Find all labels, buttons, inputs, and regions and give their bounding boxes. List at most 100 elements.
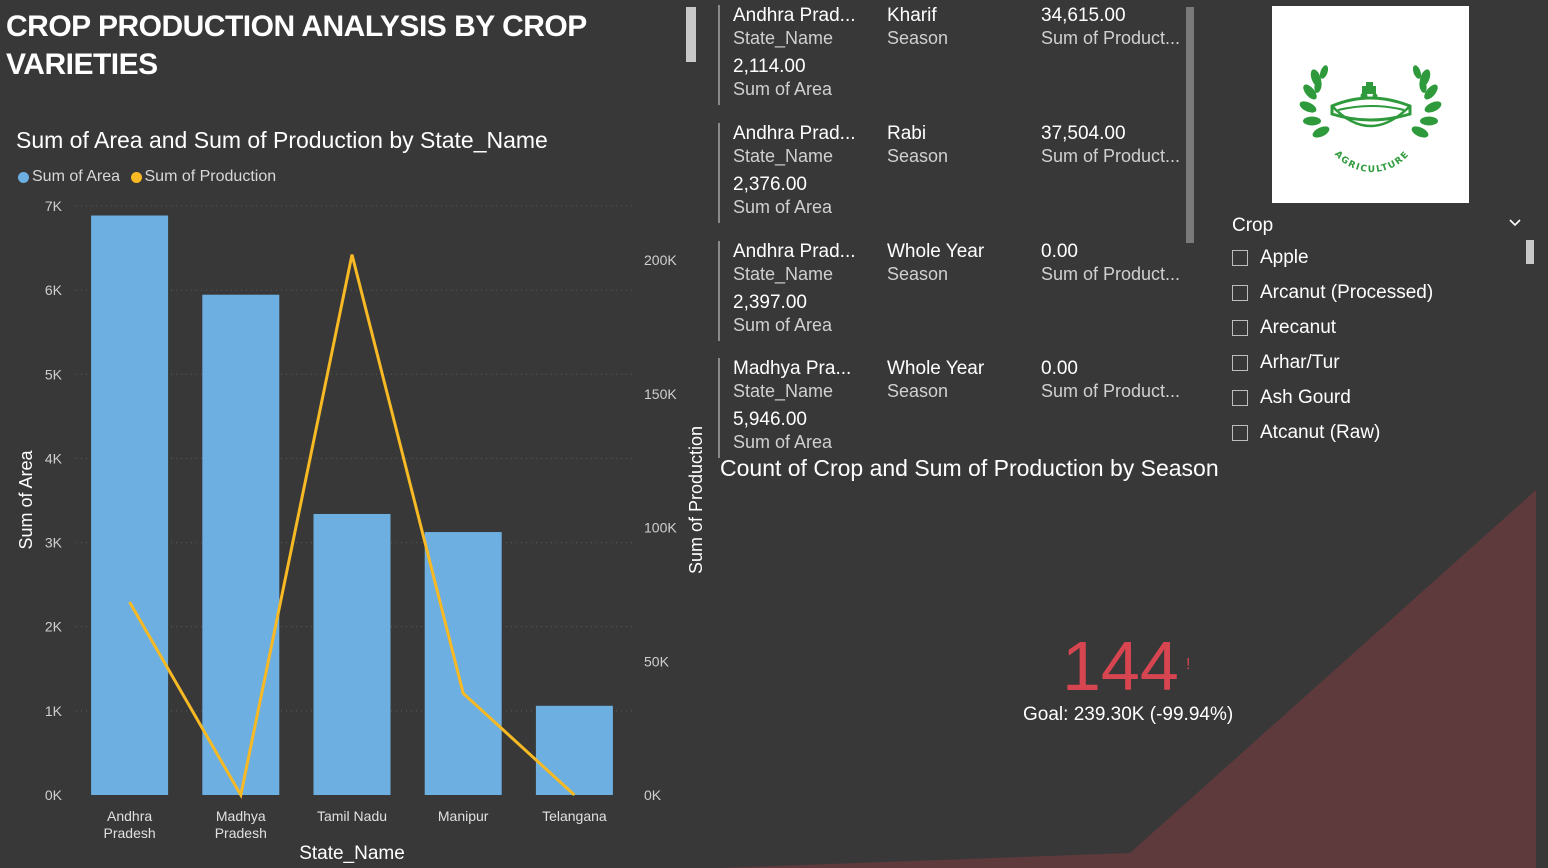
- kpi-title: Count of Crop and Sum of Production by S…: [720, 455, 1219, 481]
- card-row: Madhya Pra... State_Name Whole Year Season 0…: [718, 358, 1190, 458]
- slicer-item[interactable]: Apple: [1232, 246, 1309, 270]
- card-label-production: Sum of Product...: [1041, 381, 1181, 401]
- x-tick-label: Manipur: [438, 808, 489, 824]
- y-tick-label: 7K: [45, 198, 63, 214]
- slicer-item-label: Apple: [1260, 247, 1309, 268]
- x-tick-label: Andhra: [107, 808, 152, 824]
- x-tick-label: Pradesh: [104, 825, 156, 841]
- kpi-value: 144: [1062, 627, 1179, 705]
- checkbox-icon[interactable]: [1232, 390, 1248, 406]
- card-value-production: 0.00: [1041, 241, 1078, 262]
- card-value-season: Whole Year: [887, 358, 985, 379]
- card-field-production: 37,504.00 Sum of Product...: [1041, 123, 1191, 167]
- y-tick-label: 3K: [45, 535, 63, 551]
- card-value-state: Andhra Prad...: [733, 241, 856, 262]
- card-value-production: 37,504.00: [1041, 123, 1126, 144]
- slicer-item[interactable]: Arecanut: [1232, 316, 1336, 340]
- card-label-area: Sum of Area: [733, 79, 833, 99]
- legend-item-production[interactable]: Sum of Production: [130, 168, 276, 186]
- x-tick-label: Madhya: [216, 808, 266, 824]
- card-field-production: 34,615.00 Sum of Product...: [1041, 5, 1191, 49]
- card-label-production: Sum of Product...: [1041, 28, 1181, 48]
- y2-axis-title: Sum of Production: [686, 426, 706, 574]
- y-axis-title: Sum of Area: [16, 449, 36, 549]
- legend-item-area[interactable]: Sum of Area: [18, 168, 120, 186]
- bar-sum-of-area: [424, 532, 502, 795]
- page-scrollbar-thumb[interactable]: [686, 7, 696, 62]
- card-value-state: Andhra Prad...: [733, 123, 856, 144]
- bar-sum-of-area: [313, 513, 391, 795]
- card-value-area: 2,114.00: [733, 56, 806, 77]
- kpi-alert-icon: !: [1186, 656, 1191, 673]
- combo-chart-legend: Sum of Area Sum of Production: [18, 168, 282, 188]
- y2-tick-label: 0K: [644, 787, 662, 803]
- card-value-area: 2,397.00: [733, 292, 807, 313]
- combo-chart[interactable]: 0K1K2K3K4K5K6K7K0K50K100K150K200KAndhraP…: [0, 190, 710, 866]
- y2-tick-label: 200K: [644, 252, 677, 268]
- bar-sum-of-area: [91, 215, 169, 795]
- card-field-state: Andhra Prad... State_Name: [733, 5, 883, 49]
- card-value-state: Andhra Prad...: [733, 5, 856, 26]
- y2-tick-label: 150K: [644, 386, 677, 402]
- checkbox-icon[interactable]: [1232, 320, 1248, 336]
- card-value-season: Kharif: [887, 5, 937, 26]
- card-label-production: Sum of Product...: [1041, 264, 1181, 284]
- svg-text:AGRICULTURE: AGRICULTURE: [1332, 149, 1412, 175]
- card-label-season: Season: [887, 381, 949, 401]
- card-row: Andhra Prad... State_Name Whole Year Season…: [718, 241, 1190, 341]
- bar-sum-of-area: [535, 705, 613, 795]
- agriculture-logo-icon: AGRICULTURE: [1299, 65, 1442, 175]
- slicer-item-label: Atcanut (Raw): [1260, 422, 1381, 443]
- slicer-item[interactable]: Atcanut (Raw): [1232, 421, 1380, 445]
- slicer-title: Crop: [1232, 215, 1274, 236]
- card-value-season: Rabi: [887, 123, 927, 144]
- card-field-production: 0.00 Sum of Product...: [1041, 358, 1191, 402]
- agriculture-logo: AGRICULTURE: [1272, 6, 1469, 203]
- checkbox-icon[interactable]: [1232, 250, 1248, 266]
- card-field-area: 2,114.00 Sum of Area: [733, 56, 883, 100]
- card-value-area: 2,376.00: [733, 174, 807, 195]
- slicer-item-label: Arhar/Tur: [1260, 352, 1340, 373]
- card-label-state: State_Name: [733, 381, 834, 401]
- card-label-state: State_Name: [733, 264, 834, 284]
- card-label-season: Season: [887, 264, 949, 284]
- card-field-season: Rabi Season: [887, 123, 1037, 167]
- card-scrollbar-thumb[interactable]: [1186, 7, 1194, 243]
- card-label-area: Sum of Area: [733, 432, 833, 452]
- card-field-area: 2,397.00 Sum of Area: [733, 292, 883, 336]
- slicer-item-label: Arcanut (Processed): [1260, 282, 1434, 303]
- slicer-item[interactable]: Arcanut (Processed): [1232, 281, 1433, 305]
- card-label-state: State_Name: [733, 28, 834, 48]
- slicer-item[interactable]: Arhar/Tur: [1232, 351, 1340, 375]
- card-value-area: 5,946.00: [733, 409, 807, 430]
- card-value-season: Whole Year: [887, 241, 985, 262]
- checkbox-icon[interactable]: [1232, 425, 1248, 441]
- y-tick-label: 5K: [45, 366, 63, 382]
- y-tick-label: 0K: [45, 787, 63, 803]
- kpi-goal: Goal: 239.30K (-99.94%): [1023, 704, 1234, 725]
- logo-text: AGRICULTURE: [1332, 149, 1410, 175]
- slicer-item[interactable]: Ash Gourd: [1232, 386, 1351, 410]
- checkbox-icon[interactable]: [1232, 355, 1248, 371]
- card-value-production: 0.00: [1041, 358, 1078, 379]
- y-tick-label: 1K: [45, 703, 63, 719]
- card-label-area: Sum of Area: [733, 315, 833, 335]
- legend-dot-production-icon: [130, 171, 142, 183]
- card-field-state: Andhra Prad... State_Name: [733, 123, 883, 167]
- page-title: CROP PRODUCTION ANALYSIS BY CROP VARIETI…: [6, 10, 587, 81]
- checkbox-icon[interactable]: [1232, 285, 1248, 301]
- slicer-scrollbar-thumb[interactable]: [1526, 240, 1534, 264]
- y-tick-label: 2K: [45, 619, 63, 635]
- legend-label-area: Sum of Area: [32, 168, 121, 185]
- y-tick-label: 4K: [45, 450, 63, 466]
- x-tick-label: Pradesh: [215, 825, 267, 841]
- card-label-state: State_Name: [733, 146, 834, 166]
- combo-chart-title: Sum of Area and Sum of Production by Sta…: [16, 127, 548, 153]
- bar-sum-of-area: [202, 294, 280, 795]
- y2-tick-label: 100K: [644, 520, 677, 536]
- card-row: Andhra Prad... State_Name Rabi Season 37,504…: [718, 123, 1190, 223]
- card-field-season: Whole Year Season: [887, 241, 1037, 285]
- x-tick-label: Tamil Nadu: [317, 808, 387, 824]
- card-label-season: Season: [887, 146, 949, 166]
- chevron-down-icon[interactable]: [1508, 214, 1522, 235]
